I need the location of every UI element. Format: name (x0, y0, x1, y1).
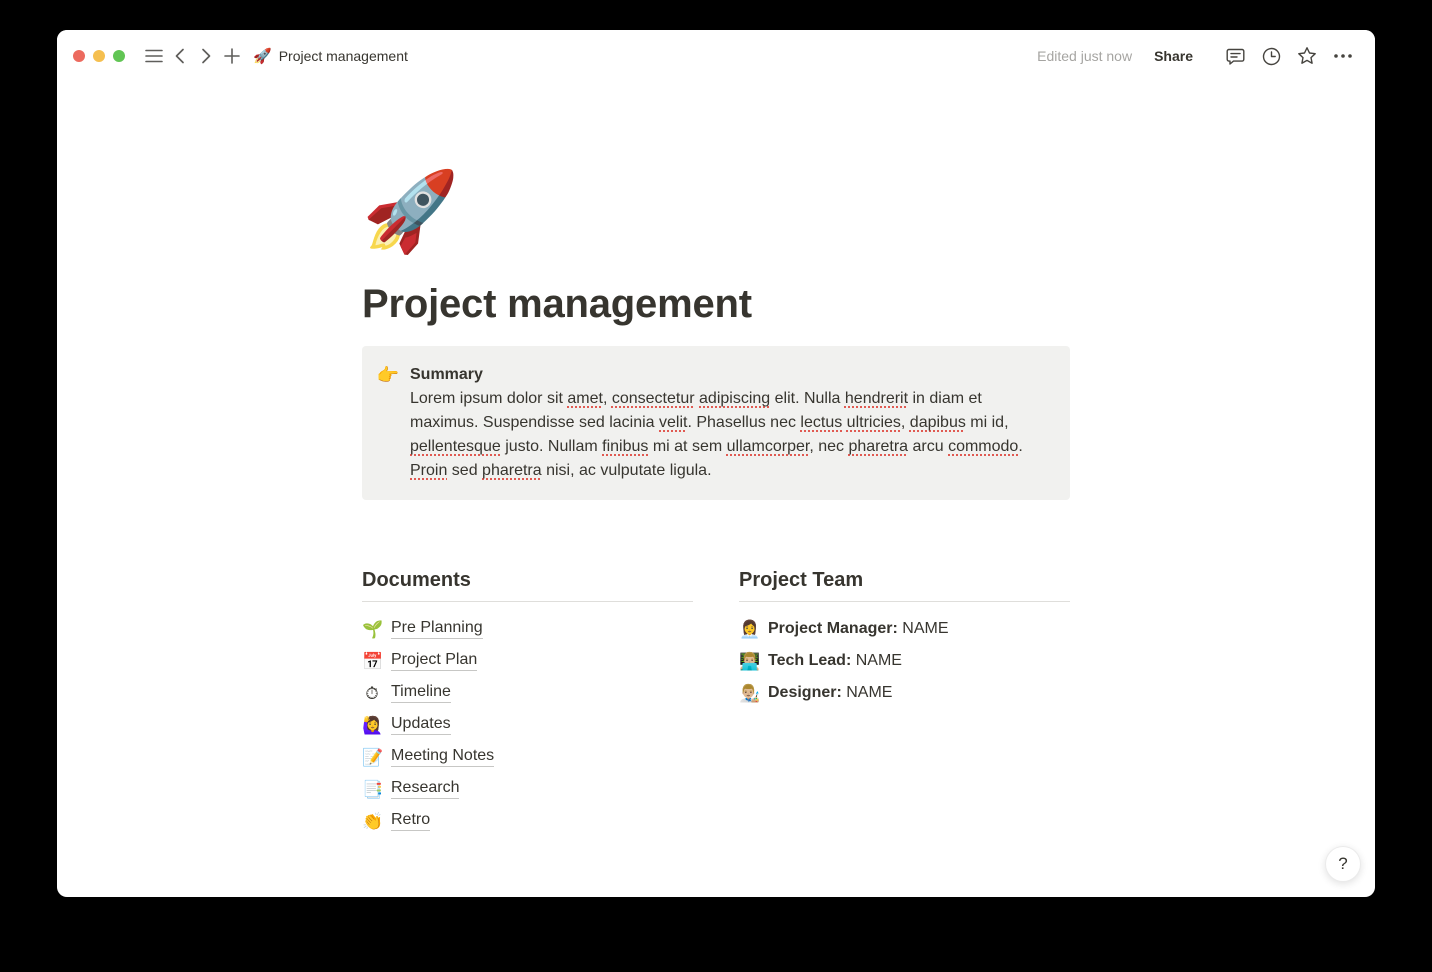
breadcrumb[interactable]: 🚀 Project management (253, 48, 408, 64)
favorite-button[interactable] (1293, 42, 1321, 70)
more-button[interactable] (1329, 42, 1357, 70)
summary-callout[interactable]: 👉 Summary Lorem ipsum dolor sit amet, co… (362, 346, 1070, 500)
misspelled-word: ullamcorper (727, 438, 810, 455)
stopwatch-emoji: ⏱ (362, 685, 382, 702)
document-link[interactable]: 📅 Project Plan (362, 645, 693, 677)
forward-button[interactable] (193, 43, 219, 69)
team-member-role: Tech Lead: (768, 652, 851, 669)
bookmark-tabs-emoji: 📑 (362, 781, 382, 798)
team-member-text: Tech Lead: NAME (768, 652, 902, 670)
close-button[interactable] (73, 50, 85, 62)
team-member-row: 👨🏼‍💻 Tech Lead: NAME (739, 645, 1070, 677)
hamburger-icon (145, 49, 163, 63)
man-artist-emoji: 👨🏼‍🎨 (739, 685, 759, 702)
ellipsis-icon (1334, 54, 1352, 58)
star-icon (1297, 46, 1317, 66)
history-button[interactable] (1257, 42, 1285, 70)
misspelled-word: pharetra (848, 438, 908, 455)
comment-icon (1226, 47, 1245, 66)
team-heading: Project Team (739, 568, 1070, 602)
new-page-button[interactable] (219, 43, 245, 69)
misspelled-word: pharetra (482, 462, 542, 479)
team-member-text: Project Manager: NAME (768, 620, 948, 638)
documents-column: Documents 🌱 Pre Planning 📅 Project Plan ⏱ Tim… (362, 568, 693, 837)
document-link[interactable]: 📑 Research (362, 773, 693, 805)
document-link-label: Updates (391, 715, 451, 735)
misspelled-word: consectetur (612, 390, 695, 407)
man-technologist-emoji: 👨🏼‍💻 (739, 653, 759, 670)
team-member-role: Designer: (768, 684, 842, 701)
memo-emoji: 📝 (362, 749, 382, 766)
breadcrumb-title: Project management (279, 48, 408, 64)
documents-list: 🌱 Pre Planning 📅 Project Plan ⏱ Timeline 🙋‍♀️ U… (362, 613, 693, 837)
zoom-button[interactable] (113, 50, 125, 62)
misspelled-word: hendrerit (845, 390, 908, 407)
help-button[interactable]: ? (1325, 846, 1361, 882)
misspelled-word: velit (659, 414, 687, 431)
team-member-row: 👨🏼‍🎨 Designer: NAME (739, 677, 1070, 709)
plus-icon (224, 48, 240, 64)
misspelled-word: pellentesque (410, 438, 501, 455)
misspelled-word: dapibus (910, 414, 966, 431)
document-link-label: Timeline (391, 683, 451, 703)
team-member-text: Designer: NAME (768, 684, 892, 702)
woman-office-worker-emoji: 👩‍💼 (739, 621, 759, 638)
page-scroll-area: 🚀 Project management 👉 Summary Lorem ips… (57, 82, 1375, 897)
window-titlebar: 🚀 Project management Edited just now Sha… (57, 30, 1375, 82)
team-list: 👩‍💼 Project Manager: NAME 👨🏼‍💻 Tech Lead: N… (739, 613, 1070, 709)
callout-text: Lorem ipsum dolor sit amet, consectetur … (410, 387, 1054, 483)
document-link[interactable]: ⏱ Timeline (362, 677, 693, 709)
misspelled-word: lectus (800, 414, 842, 431)
minimize-button[interactable] (93, 50, 105, 62)
page-title[interactable]: Project management (362, 280, 1070, 328)
documents-heading: Documents (362, 568, 693, 602)
rocket-icon: 🚀 (253, 49, 272, 64)
chevron-left-icon (175, 48, 185, 64)
document-link-label: Project Plan (391, 651, 477, 671)
sidebar-toggle-button[interactable] (141, 43, 167, 69)
seedling-emoji: 🌱 (362, 621, 382, 638)
help-label: ? (1338, 854, 1347, 874)
document-link-label: Retro (391, 811, 430, 831)
woman-raising-hand-emoji: 🙋‍♀️ (362, 717, 382, 734)
page-icon-rocket[interactable]: 🚀 (362, 172, 459, 250)
document-link[interactable]: 🌱 Pre Planning (362, 613, 693, 645)
clock-icon (1262, 47, 1281, 66)
document-link[interactable]: 📝 Meeting Notes (362, 741, 693, 773)
misspelled-word: finibus (602, 438, 648, 455)
edited-status: Edited just now (1037, 48, 1132, 64)
misspelled-word: ultricies (847, 414, 901, 431)
team-column: Project Team 👩‍💼 Project Manager: NAME 👨🏼‍… (739, 568, 1070, 837)
traffic-lights (73, 50, 125, 62)
misspelled-word: commodo (948, 438, 1018, 455)
team-member-row: 👩‍💼 Project Manager: NAME (739, 613, 1070, 645)
misspelled-word: Proin (410, 462, 447, 479)
pointing-finger-icon: 👉 (376, 363, 400, 483)
misspelled-word: adipiscing (699, 390, 770, 407)
document-link[interactable]: 🙋‍♀️ Updates (362, 709, 693, 741)
clapping-hands-emoji: 👏 (362, 813, 382, 830)
back-button[interactable] (167, 43, 193, 69)
callout-title: Summary (410, 363, 1054, 387)
document-link-label: Meeting Notes (391, 747, 494, 767)
misspelled-word: amet (567, 390, 603, 407)
document-link-label: Research (391, 779, 459, 799)
share-button[interactable]: Share (1154, 48, 1193, 64)
document-link[interactable]: 👏 Retro (362, 805, 693, 837)
app-window: 🚀 Project management Edited just now Sha… (57, 30, 1375, 897)
document-link-label: Pre Planning (391, 619, 483, 639)
comments-button[interactable] (1221, 42, 1249, 70)
calendar-emoji: 📅 (362, 653, 382, 670)
team-member-role: Project Manager: (768, 620, 898, 637)
chevron-right-icon (201, 48, 211, 64)
